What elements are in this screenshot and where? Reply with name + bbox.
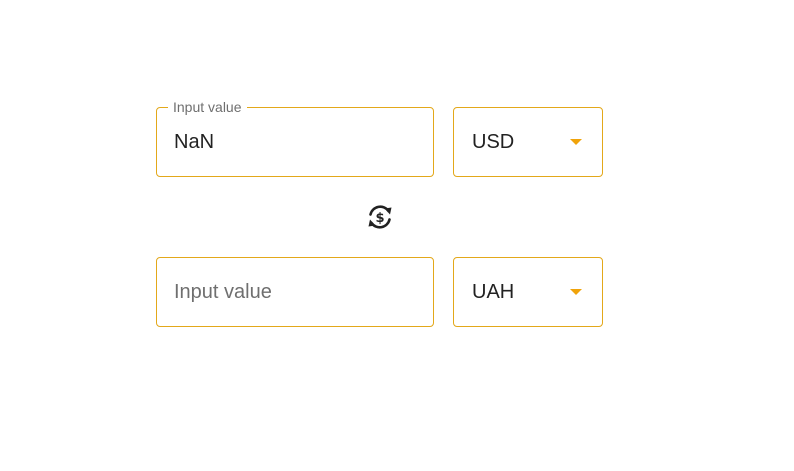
- chevron-down-icon: [570, 289, 582, 295]
- to-currency-value: UAH: [472, 280, 515, 303]
- from-currency-value: USD: [472, 130, 515, 153]
- to-amount-input[interactable]: [174, 258, 416, 326]
- from-amount-field[interactable]: Input value: [156, 99, 434, 177]
- from-amount-input[interactable]: [174, 108, 416, 176]
- to-currency-select[interactable]: UAH: [453, 257, 603, 327]
- swap-currencies-button[interactable]: $: [364, 201, 396, 233]
- to-amount-field[interactable]: [156, 257, 434, 327]
- svg-text:$: $: [375, 211, 384, 226]
- chevron-down-icon: [570, 139, 582, 145]
- from-currency-select[interactable]: USD: [453, 107, 603, 177]
- currency-exchange-icon: $: [368, 205, 392, 229]
- currency-converter: Input value USD $ UAH: [0, 0, 794, 471]
